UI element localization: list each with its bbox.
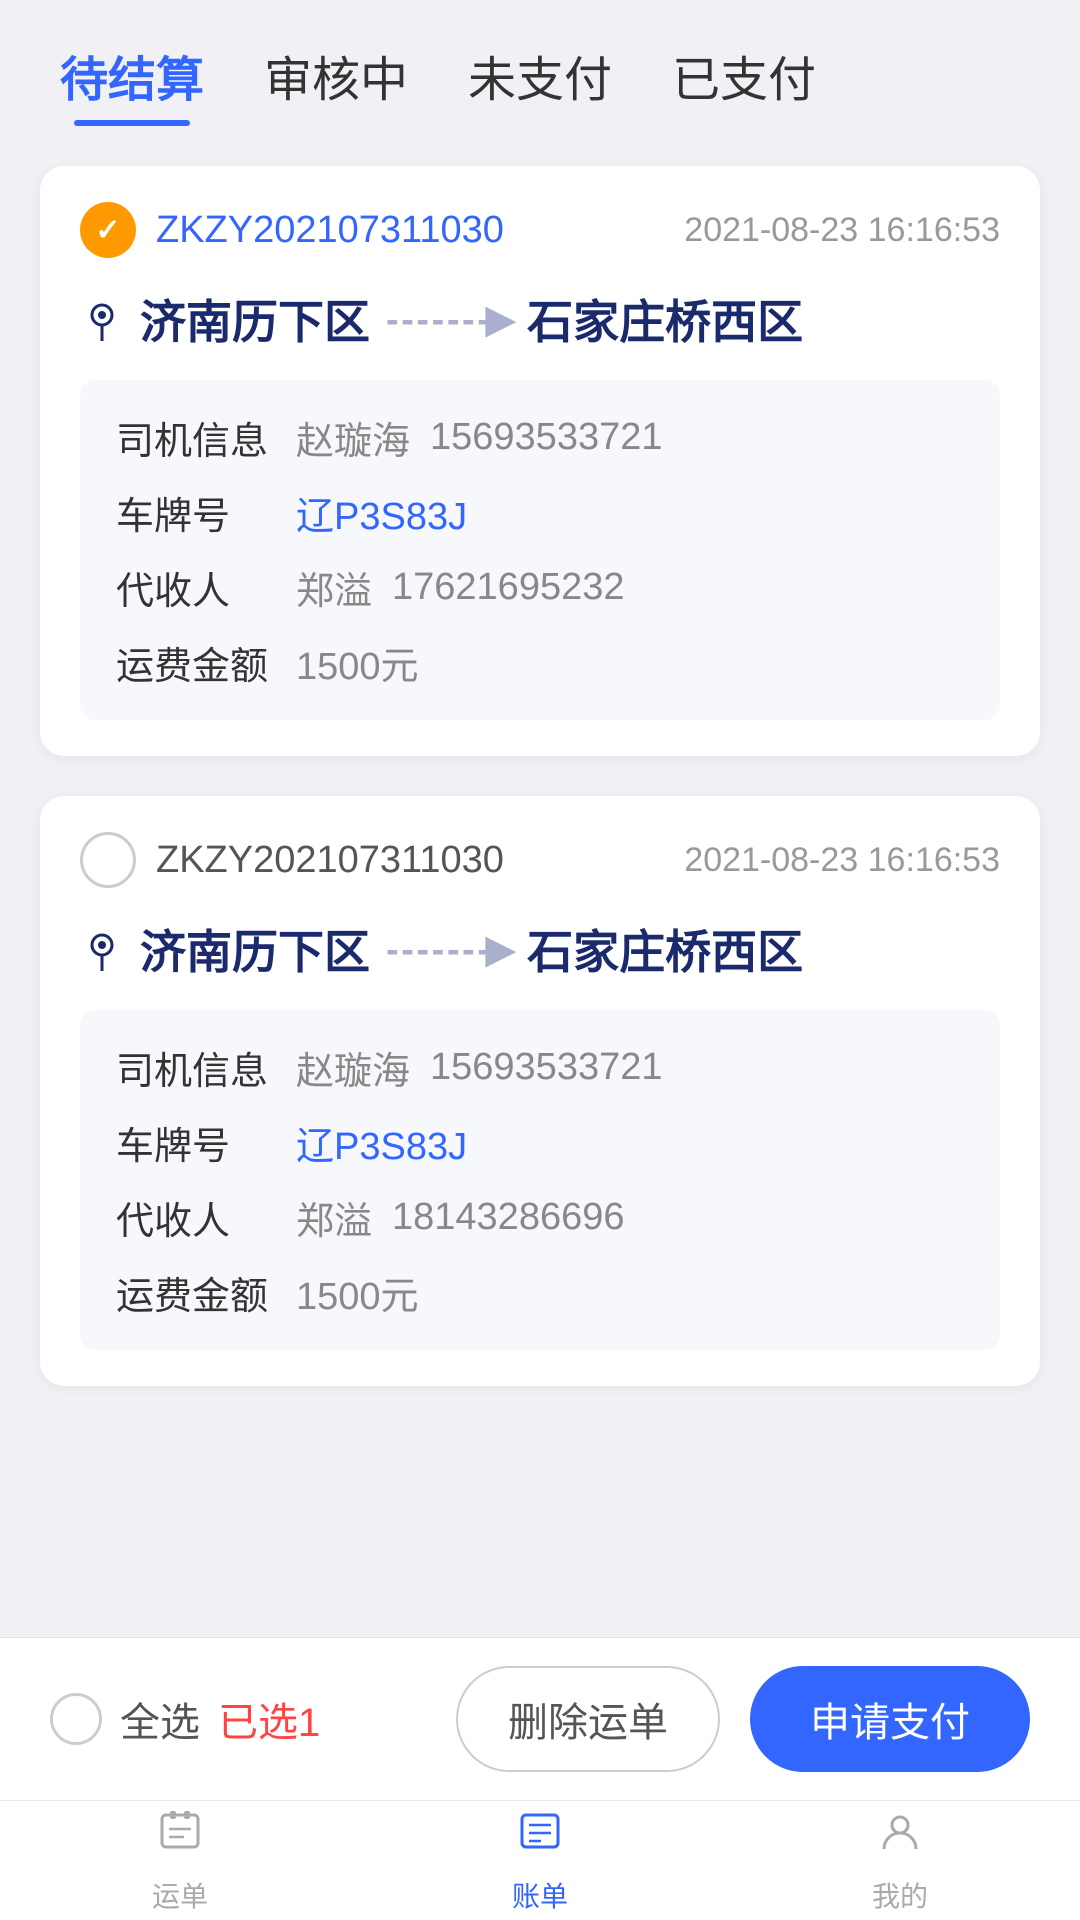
card-1-receiver-label: 代收人 — [116, 560, 296, 615]
select-all-area: 全选 已选1 — [50, 1690, 320, 1748]
tab-reviewing[interactable]: 审核中 — [264, 40, 408, 126]
nav-account-label: 账单 — [512, 1875, 568, 1915]
card-2-receiver-row: 代收人 郑溢 18143286696 — [116, 1190, 964, 1245]
card-1-receiver-row: 代收人 郑溢 17621695232 — [116, 560, 964, 615]
card-1-driver-row: 司机信息 赵璇海 15693533721 — [116, 410, 964, 465]
card-2-freight: 1500元 — [296, 1265, 419, 1320]
card-1-plate-label: 车牌号 — [116, 485, 296, 540]
nav-mine-label: 我的 — [872, 1875, 928, 1915]
card-2-plate-label: 车牌号 — [116, 1115, 296, 1170]
delete-waybill-button[interactable]: 删除运单 — [456, 1666, 720, 1772]
card-1-driver-phone: 15693533721 — [430, 416, 662, 459]
card-1-plate-row: 车牌号 辽P3S83J — [116, 485, 964, 540]
nav-mine[interactable]: 我的 — [872, 1807, 928, 1915]
card-1-receiver-name: 郑溢 — [296, 560, 372, 615]
card-2-plate: 辽P3S83J — [296, 1115, 467, 1170]
card-1-driver-label: 司机信息 — [116, 410, 296, 465]
order-card-2: ZKZY202107311030 2021-08-23 16:16:53 济南历… — [40, 796, 1040, 1386]
account-icon — [516, 1807, 564, 1867]
card-2-origin: 济南历下区 — [140, 916, 370, 982]
card-2-receiver-phone: 18143286696 — [392, 1196, 624, 1239]
bottom-nav: 运单 账单 我的 — [0, 1800, 1080, 1920]
nav-waybill[interactable]: 运单 — [152, 1807, 208, 1915]
waybill-icon — [156, 1807, 204, 1867]
card-2-receiver-label: 代收人 — [116, 1190, 296, 1245]
card-2-route: 济南历下区 - - - - - - -▶ 石家庄桥西区 — [80, 916, 1000, 982]
card-1-freight: 1500元 — [296, 635, 419, 690]
card-1-plate: 辽P3S83J — [296, 485, 467, 540]
card-2-driver-label: 司机信息 — [116, 1040, 296, 1095]
action-buttons: 删除运单 申请支付 — [456, 1666, 1030, 1772]
card-2-driver-row: 司机信息 赵璇海 15693533721 — [116, 1040, 964, 1095]
bottom-action-bar: 全选 已选1 删除运单 申请支付 — [0, 1637, 1080, 1800]
select-all-checkbox[interactable] — [50, 1693, 102, 1745]
card-2-destination: 石家庄桥西区 — [527, 916, 803, 982]
card-1-destination: 石家庄桥西区 — [527, 286, 803, 352]
location-icon-2 — [80, 927, 124, 971]
route-arrow-2: - - - - - - -▶ — [386, 927, 511, 972]
card-2-checkbox[interactable] — [80, 832, 136, 888]
card-1-freight-row: 运费金额 1500元 — [116, 635, 964, 690]
card-2-freight-label: 运费金额 — [116, 1265, 296, 1320]
mine-icon — [876, 1807, 924, 1867]
card-1-info: 司机信息 赵璇海 15693533721 车牌号 辽P3S83J 代收人 郑溢 … — [80, 380, 1000, 720]
card-2-driver-name: 赵璇海 — [296, 1040, 410, 1095]
card-list: ✓ ZKZY202107311030 2021-08-23 16:16:53 济… — [0, 126, 1080, 1386]
nav-account[interactable]: 账单 — [512, 1807, 568, 1915]
card-1-origin: 济南历下区 — [140, 286, 370, 352]
apply-payment-button[interactable]: 申请支付 — [750, 1666, 1030, 1772]
card-1-route: 济南历下区 - - - - - - -▶ 石家庄桥西区 — [80, 286, 1000, 352]
card-1-freight-label: 运费金额 — [116, 635, 296, 690]
nav-waybill-label: 运单 — [152, 1875, 208, 1915]
route-arrow-1: - - - - - - -▶ — [386, 297, 511, 342]
card-1-driver-name: 赵璇海 — [296, 410, 410, 465]
card-2-order-id: ZKZY202107311030 — [156, 839, 504, 882]
select-all-label: 全选 — [120, 1690, 200, 1748]
card-2-info: 司机信息 赵璇海 15693533721 车牌号 辽P3S83J 代收人 郑溢 … — [80, 1010, 1000, 1350]
tab-paid[interactable]: 已支付 — [672, 40, 816, 126]
card-1-date: 2021-08-23 16:16:53 — [684, 211, 1000, 250]
card-2-driver-phone: 15693533721 — [430, 1046, 662, 1089]
tab-bar: 待结算 审核中 未支付 已支付 — [0, 0, 1080, 126]
card-1-receiver-phone: 17621695232 — [392, 566, 624, 609]
tab-unpaid[interactable]: 未支付 — [468, 40, 612, 126]
card-2-plate-row: 车牌号 辽P3S83J — [116, 1115, 964, 1170]
card-1-checkbox[interactable]: ✓ — [80, 202, 136, 258]
card-2-freight-row: 运费金额 1500元 — [116, 1265, 964, 1320]
card-2-date: 2021-08-23 16:16:53 — [684, 841, 1000, 880]
tab-pending[interactable]: 待结算 — [60, 40, 204, 126]
selected-count: 已选1 — [218, 1690, 320, 1748]
check-icon: ✓ — [95, 213, 120, 248]
location-icon — [80, 297, 124, 341]
order-card-1: ✓ ZKZY202107311030 2021-08-23 16:16:53 济… — [40, 166, 1040, 756]
card-2-header: ZKZY202107311030 2021-08-23 16:16:53 — [80, 832, 1000, 888]
card-1-header: ✓ ZKZY202107311030 2021-08-23 16:16:53 — [80, 202, 1000, 258]
card-2-receiver-name: 郑溢 — [296, 1190, 372, 1245]
card-1-order-id: ZKZY202107311030 — [156, 209, 504, 252]
